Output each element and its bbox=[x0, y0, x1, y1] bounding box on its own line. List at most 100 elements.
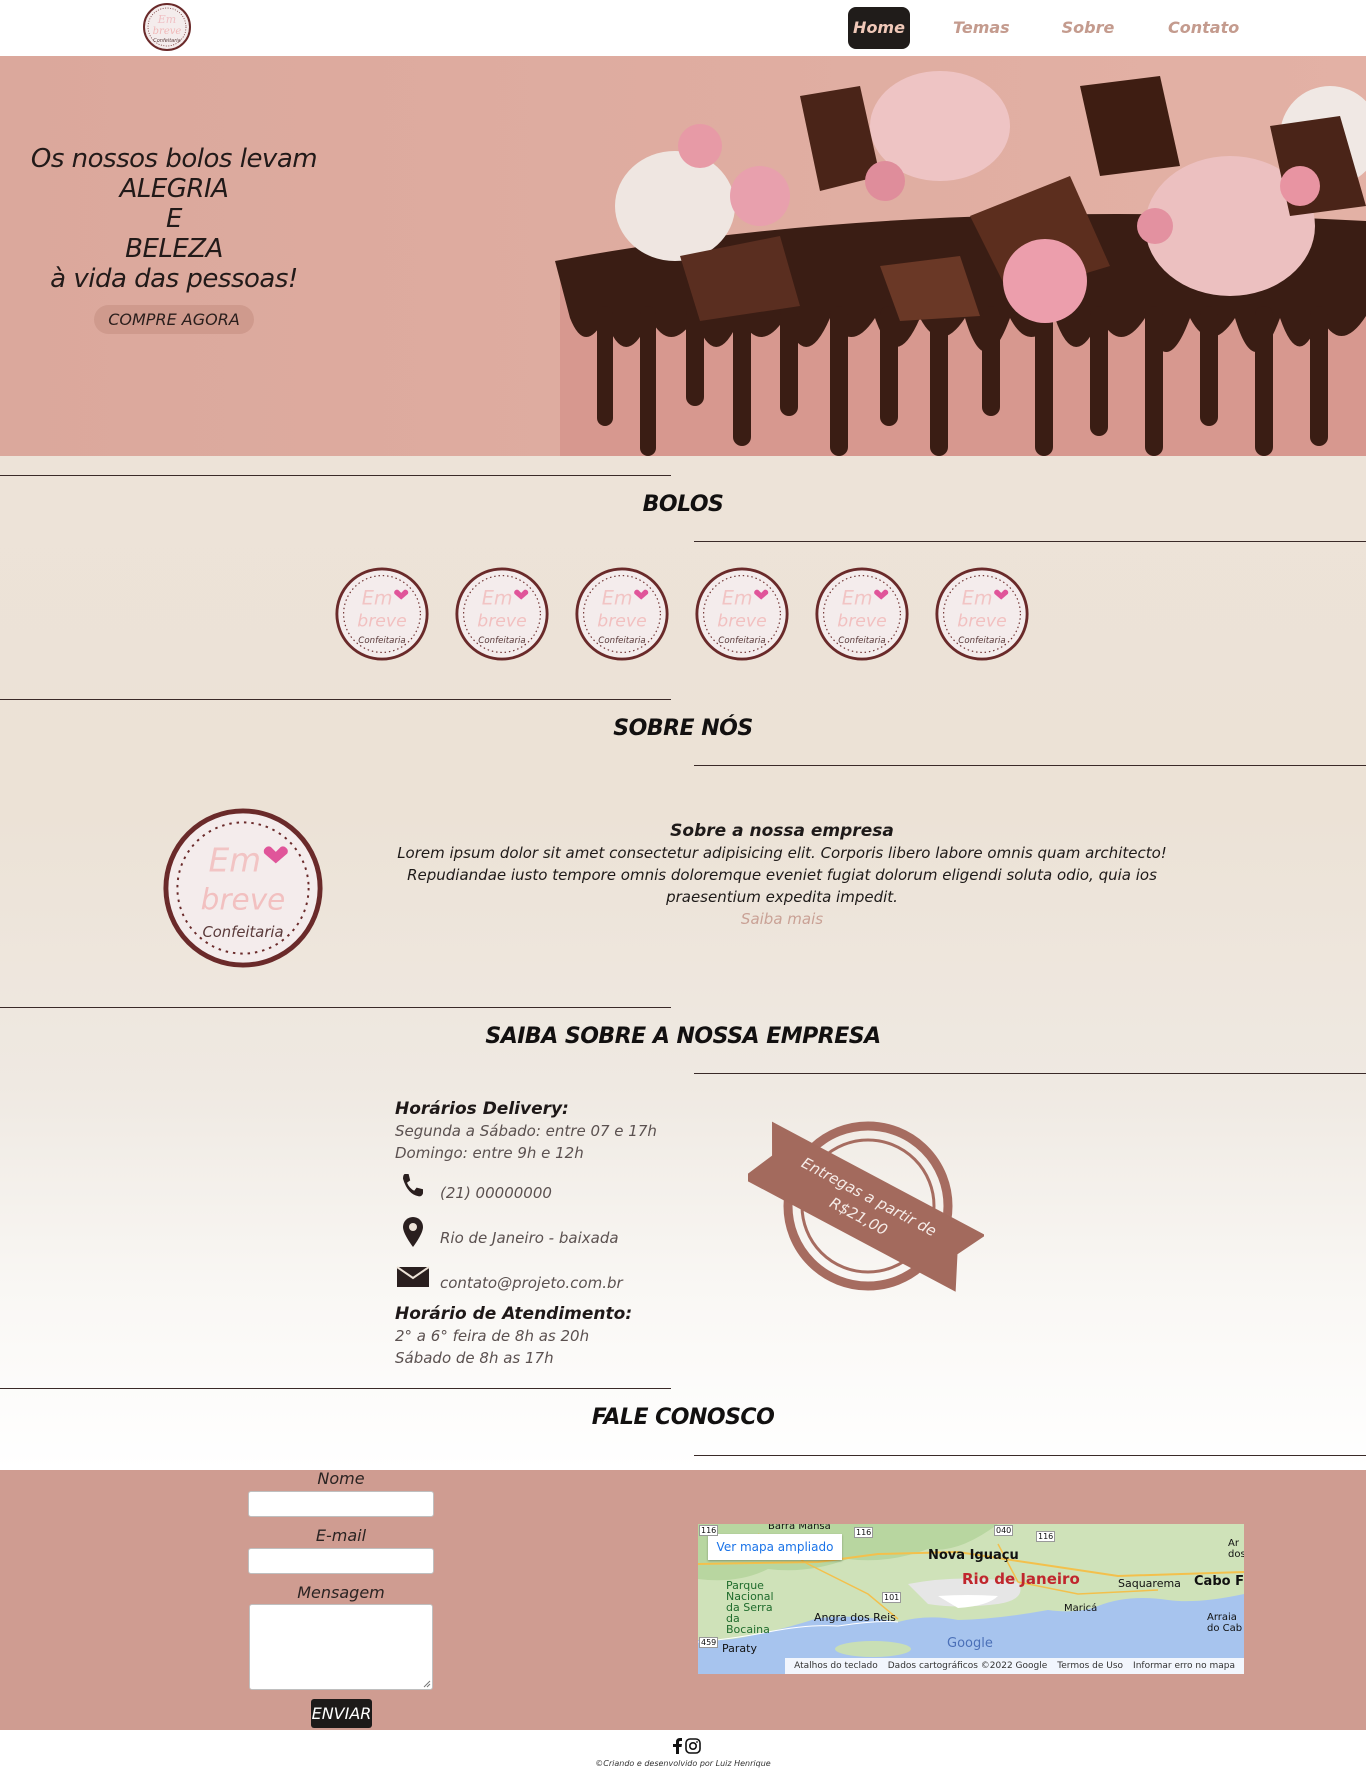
svg-text:Em: Em bbox=[722, 586, 753, 609]
section-title-bolos: BOLOS bbox=[642, 492, 724, 517]
svg-text:Em: Em bbox=[482, 586, 513, 609]
map-pin-icon bbox=[403, 1217, 423, 1247]
name-input[interactable] bbox=[248, 1491, 434, 1517]
site-header: Em breve Confeitaria Home Temas Sobre nó… bbox=[0, 0, 1366, 79]
section-divider bbox=[694, 1455, 1366, 1456]
instagram-icon[interactable] bbox=[685, 1738, 701, 1754]
terms-link[interactable]: Termos de Uso bbox=[1057, 1661, 1123, 1671]
map-attribution: Atalhos do teclado Dados cartográficos ©2… bbox=[785, 1658, 1244, 1674]
road-shield: 116 bbox=[854, 1527, 874, 1538]
facebook-icon[interactable] bbox=[673, 1738, 682, 1754]
message-label: Mensagem bbox=[297, 1583, 385, 1602]
hero-headline: Os nossos bolos levam ALEGRIA E BELEZA à… bbox=[22, 144, 326, 294]
company-logo: Em breve Confeitaria bbox=[163, 808, 323, 968]
map-place-label: Barra Mansa bbox=[768, 1524, 831, 1532]
hero-line-1: Os nossos bolos levam bbox=[30, 144, 318, 174]
google-logo: Google bbox=[947, 1636, 993, 1651]
section-divider bbox=[694, 541, 1366, 542]
svg-text:Confeitaria: Confeitaria bbox=[478, 636, 525, 646]
road-shield: 101 bbox=[882, 1592, 902, 1603]
svg-text:Confeitaria: Confeitaria bbox=[598, 636, 645, 646]
map-place-label: Cabo F bbox=[1194, 1574, 1244, 1589]
svg-text:Em: Em bbox=[962, 586, 993, 609]
road-shield: 116 bbox=[699, 1525, 719, 1536]
svg-text:breve: breve bbox=[717, 611, 767, 631]
section-title-saiba: SAIBA SOBRE A NOSSA EMPRESA bbox=[485, 1024, 881, 1049]
footer-credit: ©Criando e desenvolvido por Luiz Henriqu… bbox=[595, 1759, 771, 1768]
google-map[interactable]: Ver mapa ampliado Barra Mansa Nova Iguaç… bbox=[698, 1524, 1244, 1674]
cake-thumbnail[interactable]: Em breve Confeitaria bbox=[694, 566, 790, 662]
section-title-fale-conosco: FALE CONOSCO bbox=[591, 1405, 775, 1430]
svg-text:Confeitaria: Confeitaria bbox=[718, 636, 765, 646]
svg-text:Em: Em bbox=[208, 842, 261, 880]
cake-thumbnail[interactable]: Em breve Confeitaria bbox=[454, 566, 550, 662]
map-place-label: Maricá bbox=[1064, 1603, 1098, 1614]
location-text: Rio de Janeiro - baixada bbox=[440, 1229, 619, 1247]
cake-thumbnail[interactable]: Em breve Confeitaria bbox=[814, 566, 910, 662]
hero-line-5: à vida das pessoas! bbox=[50, 264, 298, 294]
svg-text:breve: breve bbox=[477, 611, 527, 631]
hero-line-2: ALEGRIA bbox=[119, 174, 229, 204]
map-place-label: Arraia do Cab bbox=[1207, 1612, 1243, 1634]
svg-text:breve: breve bbox=[357, 611, 407, 631]
map-place-label: Parque Nacional da Serra da Bocaina bbox=[726, 1579, 774, 1636]
map-place-label: Ar dos bbox=[1228, 1538, 1244, 1560]
report-error-link[interactable]: Informar erro no mapa bbox=[1133, 1661, 1235, 1671]
email-address[interactable]: contato@projeto.com.br bbox=[440, 1274, 623, 1292]
svg-text:breve: breve bbox=[201, 882, 286, 916]
main-nav: Home Temas Sobre nós Contato bbox=[0, 7, 1366, 79]
nav-contato[interactable]: Contato bbox=[1168, 7, 1239, 49]
nav-temas[interactable]: Temas bbox=[953, 7, 1010, 49]
svg-text:Em: Em bbox=[362, 586, 393, 609]
about-body: Lorem ipsum dolor sit amet consectetur a… bbox=[397, 844, 1167, 906]
compre-agora-button[interactable]: COMPRE AGORA bbox=[94, 305, 254, 334]
svg-text:Confeitaria: Confeitaria bbox=[358, 636, 405, 646]
section-divider bbox=[0, 1388, 671, 1389]
svg-text:Em: Em bbox=[602, 586, 633, 609]
nav-home[interactable]: Home bbox=[848, 7, 910, 49]
service-line: 2° a 6° feira de 8h as 20h bbox=[395, 1327, 590, 1345]
email-row: contato@projeto.com.br bbox=[395, 1260, 695, 1296]
cake-thumbnail[interactable]: Em breve Confeitaria bbox=[934, 566, 1030, 662]
email-input[interactable] bbox=[248, 1548, 434, 1574]
cake-thumbnail[interactable]: Em breve Confeitaria bbox=[334, 566, 430, 662]
ver-mapa-ampliado-button[interactable]: Ver mapa ampliado bbox=[708, 1534, 842, 1560]
svg-text:breve: breve bbox=[957, 611, 1007, 631]
cake-thumbnail[interactable]: Em breve Confeitaria bbox=[574, 566, 670, 662]
svg-text:Confeitaria: Confeitaria bbox=[838, 636, 885, 646]
section-divider bbox=[0, 1007, 671, 1008]
service-hours: Horário de Atendimento: 2° a 6° feira de… bbox=[395, 1303, 695, 1369]
service-line: Sábado de 8h as 17h bbox=[395, 1349, 554, 1367]
road-shield: 459 bbox=[699, 1637, 719, 1648]
delivery-title: Horários Delivery: bbox=[395, 1099, 569, 1119]
email-label: E-mail bbox=[315, 1526, 367, 1545]
section-title-sobre-nos: SOBRE NÓS bbox=[613, 716, 753, 741]
message-textarea[interactable] bbox=[249, 1604, 433, 1690]
svg-text:Em: Em bbox=[842, 586, 873, 609]
map-data-text: Dados cartográficos ©2022 Google bbox=[887, 1661, 1048, 1671]
hero-line-4: BELEZA bbox=[125, 234, 223, 264]
road-shield: 040 bbox=[994, 1525, 1014, 1536]
delivery-line: Segunda a Sábado: entre 07 e 17h bbox=[395, 1122, 657, 1140]
location-row: Rio de Janeiro - baixada bbox=[395, 1215, 695, 1251]
service-title: Horário de Atendimento: bbox=[395, 1304, 633, 1324]
section-divider bbox=[0, 475, 671, 476]
road-shield: 116 bbox=[1036, 1531, 1056, 1542]
saiba-mais-link[interactable]: Saiba mais bbox=[372, 908, 1192, 930]
hero-banner: Os nossos bolos levam ALEGRIA E BELEZA à… bbox=[0, 56, 1366, 456]
phone-number[interactable]: (21) 00000000 bbox=[440, 1184, 552, 1202]
about-company: Sobre a nossa empresa Lorem ipsum dolor … bbox=[372, 820, 1192, 930]
keyboard-shortcuts-link[interactable]: Atalhos do teclado bbox=[794, 1661, 878, 1671]
phone-row: (21) 00000000 bbox=[395, 1170, 695, 1206]
resize-grip-icon[interactable] bbox=[423, 1680, 431, 1688]
svg-text:breve: breve bbox=[597, 611, 647, 631]
svg-text:breve: breve bbox=[837, 611, 887, 631]
about-heading: Sobre a nossa empresa bbox=[670, 821, 894, 841]
social-links bbox=[673, 1738, 701, 1754]
section-divider bbox=[694, 765, 1366, 766]
section-divider bbox=[0, 699, 671, 700]
nav-sobre-nos[interactable]: Sobre nós bbox=[1048, 7, 1128, 79]
enviar-button[interactable]: ENVIAR bbox=[311, 1699, 372, 1728]
map-place-label: Rio de Janeiro bbox=[962, 1570, 1080, 1588]
delivery-price-stamp: Entregas a partir de R$21,00 bbox=[748, 1121, 984, 1292]
